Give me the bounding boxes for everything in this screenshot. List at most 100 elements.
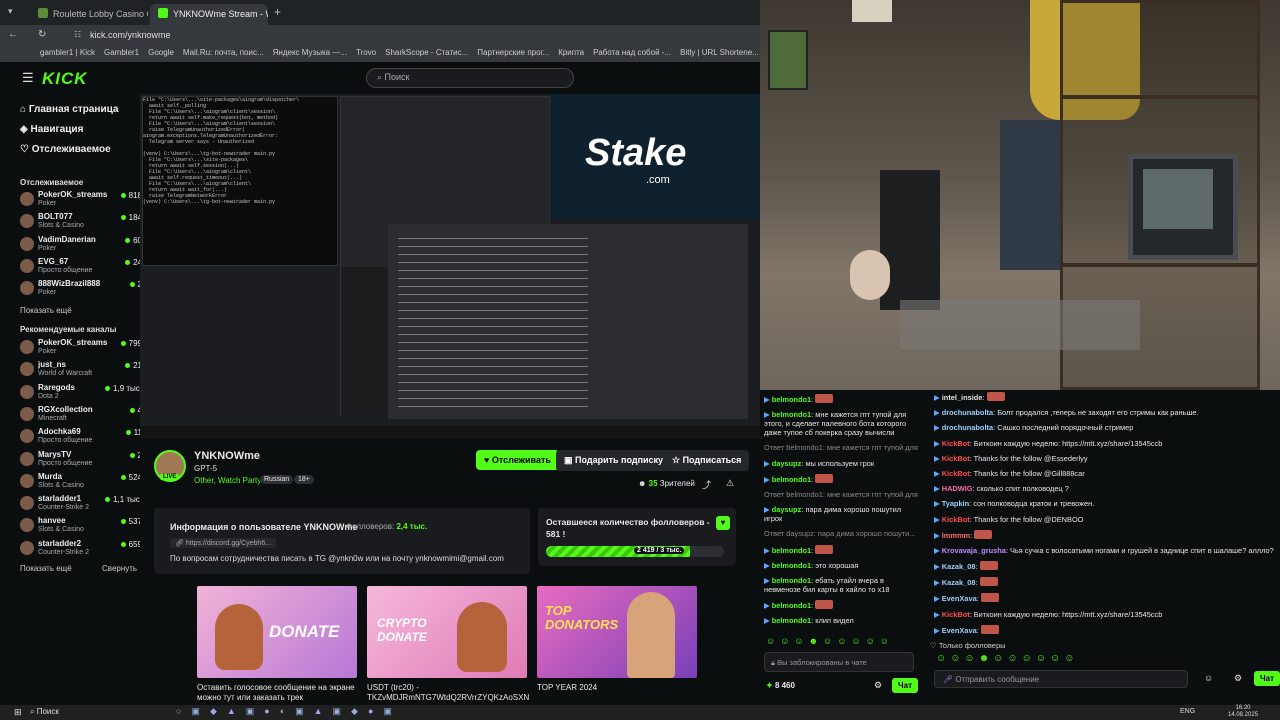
chat-username[interactable]: KickBot [942, 515, 970, 524]
bookmark-item[interactable]: Яндекс Музыка —... [273, 48, 347, 57]
share-icon[interactable]: ⤴ [702, 478, 711, 491]
chat-send-button[interactable]: Чат [1254, 671, 1280, 686]
donate-panel-image[interactable]: DONATE [197, 586, 357, 678]
discord-link[interactable]: 🔗︎ https://discord.gg/Cyebh6... [170, 538, 277, 548]
chat-blocked-input[interactable]: 🔒︎ Вы заблокированы в чате [764, 652, 914, 672]
follow-button[interactable]: ♥ Отслеживать [476, 450, 559, 470]
bookmark-item[interactable]: Mail.Ru: почта, поис... [183, 48, 264, 57]
chat-send-button[interactable]: Чат [892, 678, 918, 693]
chat-username[interactable]: belmondo1 [772, 576, 811, 585]
channel-item[interactable]: MarysTVПросто общение2 [20, 450, 142, 472]
collapse-link[interactable]: Свернуть [102, 564, 137, 573]
channel-item[interactable]: Murda Slots & Casino 524 [20, 472, 142, 494]
channel-points[interactable]: ✦ 8 460 [766, 681, 795, 690]
chat-username[interactable]: KickBot [942, 454, 970, 463]
bookmark-item[interactable]: Gambler1 [104, 48, 139, 57]
chat-username[interactable]: KickBot [942, 469, 970, 478]
chat-username[interactable]: Tyapkin [942, 499, 969, 508]
bookmark-item[interactable]: Партнерские прог... [477, 48, 549, 57]
channel-item[interactable]: just_ns World of Warcraft 21 [20, 360, 142, 382]
subscribe-button[interactable]: ☆ Подписаться [664, 450, 750, 471]
crypto-donate-panel-image[interactable]: CRYPTO DONATE [367, 586, 527, 678]
bookmark-item[interactable]: Trovo [356, 48, 376, 57]
channel-item[interactable]: BOLT077 Slots & Casino 184 [20, 212, 142, 234]
start-icon[interactable]: ⊞ [14, 707, 22, 718]
channel-item[interactable]: Raregods Dota 2 1,9 тыс. [20, 383, 142, 405]
chat-username[interactable]: HADWIG [942, 484, 973, 493]
channel-item[interactable]: Adochka69 Просто общение 11 [20, 427, 142, 449]
nav-browse[interactable]: ◈ Навигация [20, 124, 83, 135]
tab-title: Roulette Lobby Casino Game o... [53, 9, 148, 19]
tab-roulette[interactable]: Roulette Lobby Casino Game o... [30, 4, 148, 25]
channel-item[interactable]: PokerOK_streams Poker 799 [20, 338, 142, 360]
search-input[interactable]: ⌕ Поиск [366, 68, 574, 88]
chat-username[interactable]: Krovavaja_grusha [942, 546, 1006, 555]
chat-username[interactable]: daysupz [772, 505, 802, 514]
chat-username[interactable]: belmondo1 [772, 410, 811, 419]
chat-settings-icon[interactable]: ⚙ [1234, 673, 1242, 684]
chat-username[interactable]: EvenXava [942, 594, 977, 603]
keyboard-language[interactable]: ENG [1180, 708, 1195, 715]
channel-item[interactable]: 888WizBrazil888Poker2 [20, 279, 142, 301]
bookmark-item[interactable]: Bitly | URL Shortene... [680, 48, 759, 57]
bookmark-item[interactable]: SharkScope - Статис... [385, 48, 468, 57]
bookmark-item[interactable]: Крипта [558, 48, 584, 57]
chat-username[interactable]: lmmmm [942, 531, 970, 540]
channel-item[interactable]: PokerOK_streams Poker 818 [20, 190, 142, 212]
reload-icon[interactable]: ↻ [38, 29, 46, 40]
chat-username[interactable]: belmondo1 [772, 395, 811, 404]
back-icon[interactable]: ← [8, 29, 18, 40]
nav-home[interactable]: ⌂ Главная страница [20, 104, 118, 115]
taskbar-search[interactable]: ⌕ Поиск [30, 707, 59, 717]
nav-following[interactable]: ♡ Отслеживаемое [20, 144, 111, 155]
report-icon[interactable]: ⚠ [726, 478, 734, 489]
streamer-name[interactable]: YNKNOWme [194, 450, 260, 462]
chat-username[interactable]: belmondo1 [772, 601, 811, 610]
channel-item[interactable]: RGXcollectionMinecraft4 [20, 405, 142, 427]
chat-username[interactable]: belmondo1 [772, 561, 811, 570]
chat-username[interactable]: daysupz [772, 459, 802, 468]
channel-item[interactable]: hanvee Slots & Casino 537 [20, 516, 142, 538]
channel-item[interactable]: starladder2 Counter-Strike 2 659 [20, 539, 142, 561]
channel-item[interactable]: starladder1 Counter-Strike 2 1,1 тыс. [20, 494, 142, 516]
chat-username[interactable]: belmondo1 [772, 616, 811, 625]
chat-username[interactable]: belmondo1 [772, 546, 811, 555]
channel-item[interactable]: VadimDanerian Poker 60 [20, 235, 142, 257]
clock[interactable]: 16:20 14.08.2025 [1228, 705, 1258, 719]
chat-username[interactable]: KickBot [942, 439, 970, 448]
show-more-link[interactable]: Показать ещё [20, 306, 72, 315]
chat-message-input[interactable]: 🎤︎ Отправить сообщение [934, 670, 1188, 688]
chat-username[interactable]: drochunabolta [942, 408, 993, 417]
bookmark-item[interactable]: Работа над собой -... [593, 48, 671, 57]
tab-list-icon[interactable]: ▾ [8, 6, 13, 17]
tab-ynknowme[interactable]: YNKNOWme Stream - Watch L... [150, 4, 268, 25]
new-tab-button[interactable]: + [274, 5, 281, 19]
chat-username[interactable]: belmondo1 [772, 631, 811, 632]
stake-ad-banner[interactable]: Stake .com [550, 94, 760, 219]
emote-bar[interactable]: ☺☺☺☻☺☺☺☺☺☺ [936, 653, 1086, 664]
taskbar-app-icons[interactable]: ○▣◆▲▣●◐▣▲▣◆●▣ [176, 706, 402, 717]
chat-emote-bar[interactable]: ☺☺☺☻☺☺☺☺☺ [766, 636, 914, 646]
chat-username[interactable]: KickBot [942, 610, 970, 619]
chat-username[interactable]: drochunabolta [942, 423, 993, 432]
tag-18plus[interactable]: 18+ [294, 475, 314, 484]
kick-logo[interactable]: KICK [42, 69, 88, 89]
show-more-recommended-link[interactable]: Показать ещё [20, 564, 72, 573]
stream-category[interactable]: Other, Watch Party [194, 476, 261, 485]
chat-username[interactable]: belmondo1 [772, 475, 811, 484]
menu-icon[interactable]: ☰ [22, 70, 34, 86]
bookmark-item[interactable]: gambler1 | Kick [40, 48, 95, 57]
chat-username[interactable]: EvenXava [942, 626, 977, 635]
bookmark-item[interactable]: Google [148, 48, 174, 57]
chat-username[interactable]: intel_inside [942, 393, 983, 402]
url-field[interactable]: kick.com/ynknowme [90, 30, 171, 40]
site-info-icon[interactable]: ☷ [74, 30, 81, 39]
chat-username[interactable]: Kazak_08 [942, 578, 976, 587]
gift-sub-button[interactable]: ▣ Подарить подписку [556, 450, 672, 471]
chat-settings-icon[interactable]: ⚙ [874, 680, 882, 691]
tag-russian[interactable]: Russian [260, 475, 294, 484]
top-donators-panel-image[interactable]: TOP DONATORS [537, 586, 697, 678]
chat-username[interactable]: Kazak_08 [942, 562, 976, 571]
emote-picker-icon[interactable]: ☺ [1204, 673, 1213, 683]
channel-item[interactable]: EVG_67 Просто общение 24 [20, 257, 142, 279]
